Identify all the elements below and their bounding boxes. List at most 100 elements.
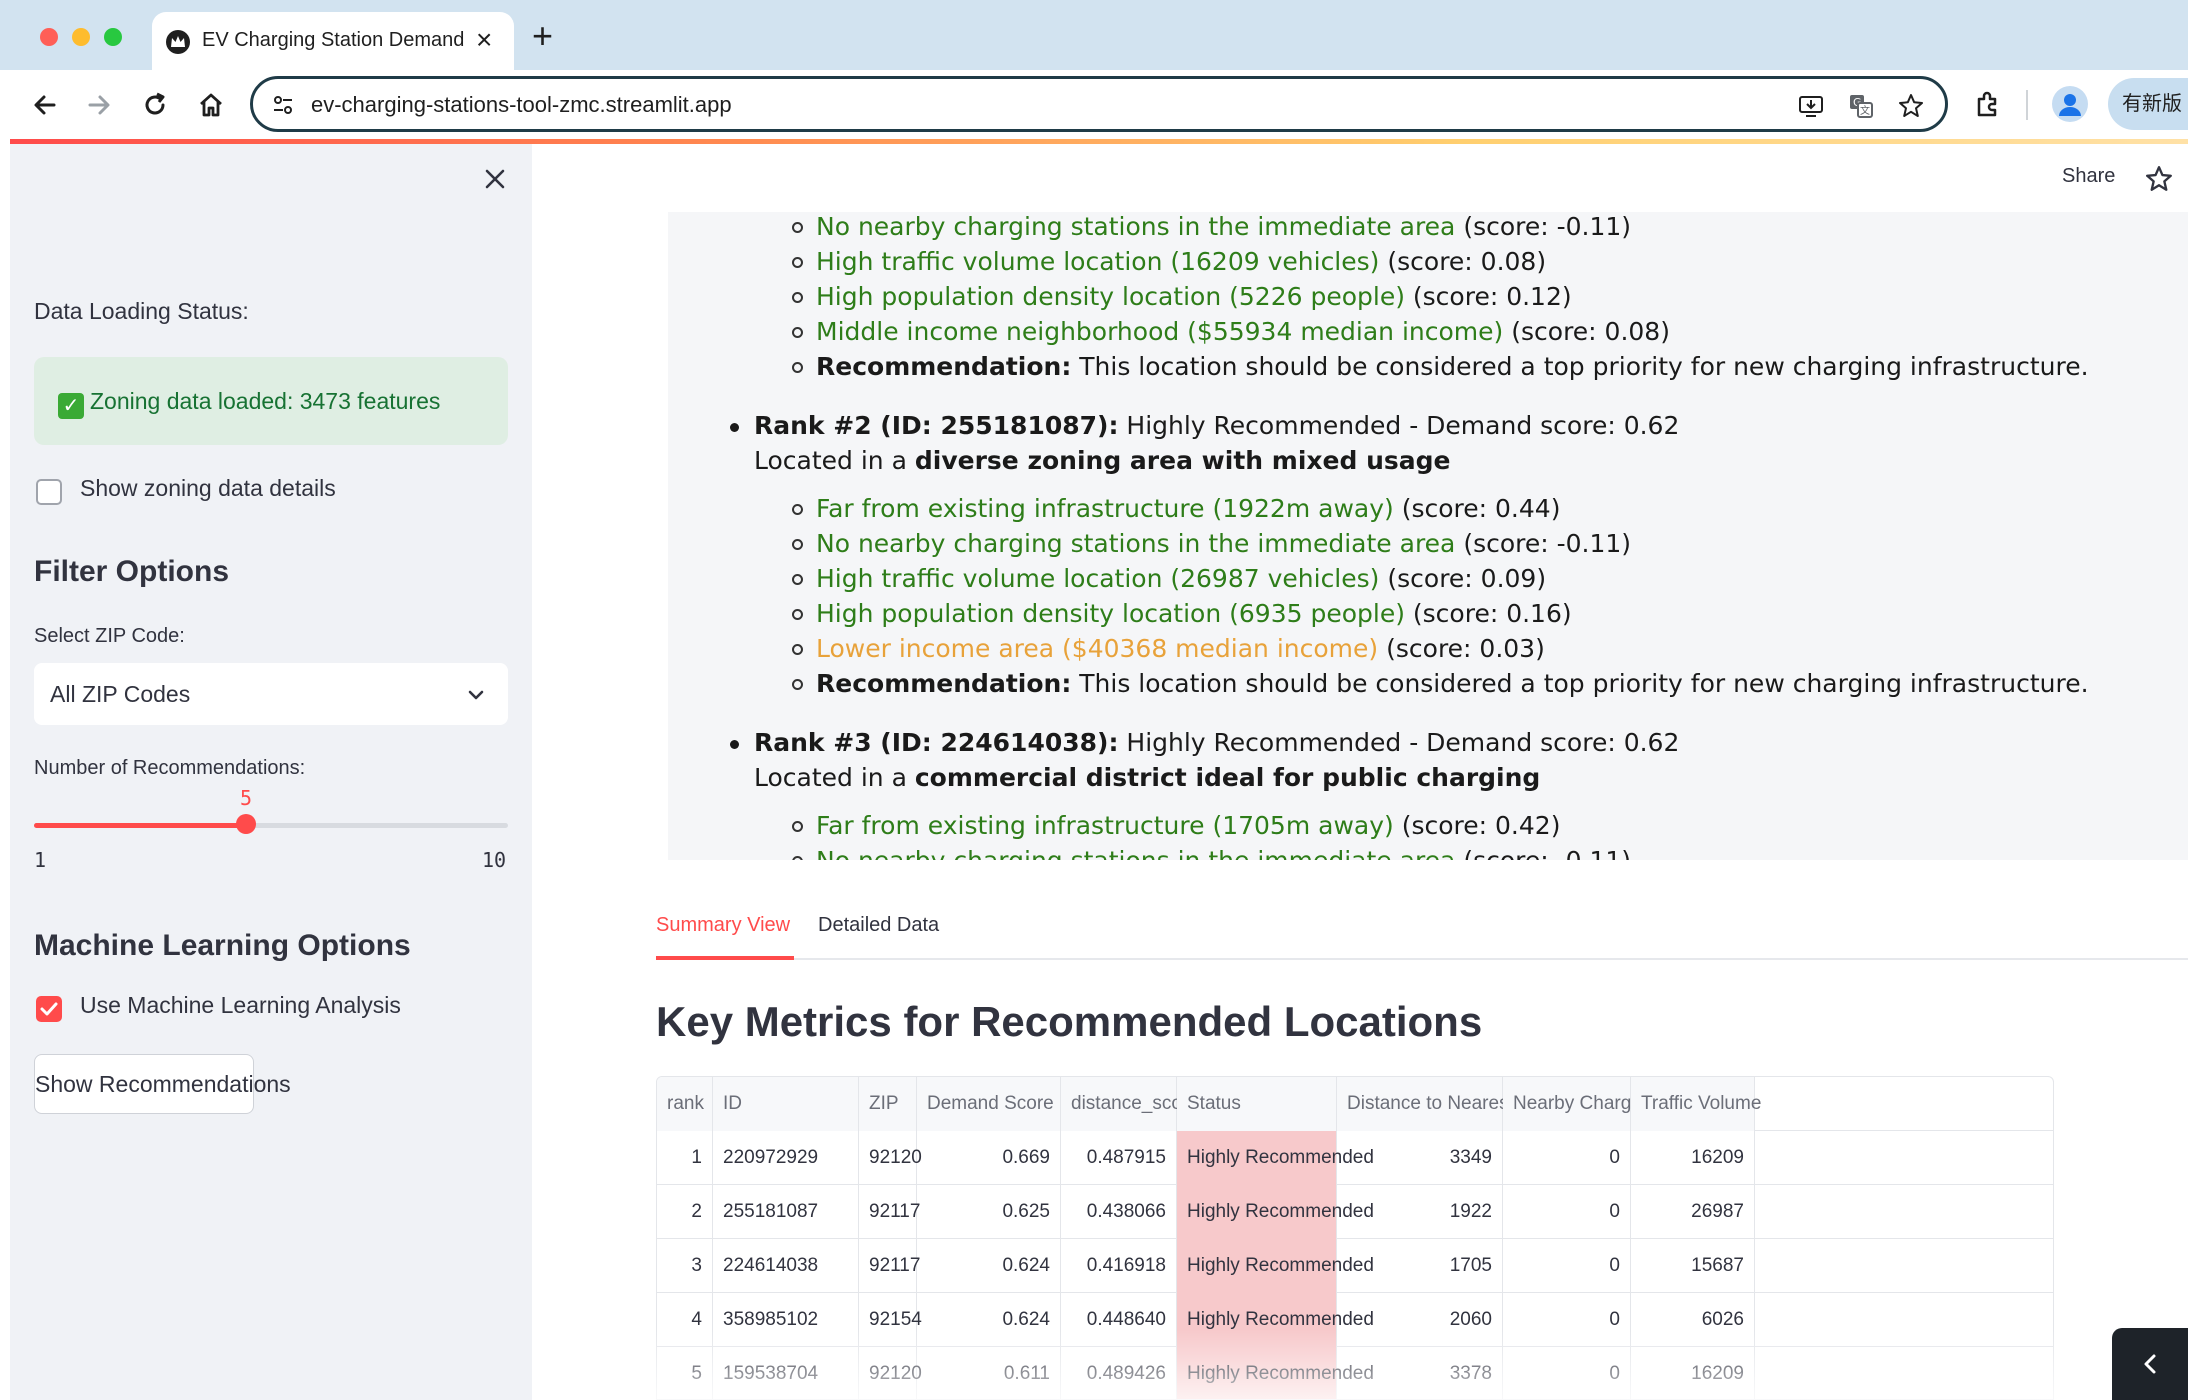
table-row[interactable]: 3 224614038 92117 0.624 0.416918 Highly Recom… bbox=[657, 1239, 2053, 1293]
cell-rank[interactable]: 2 bbox=[657, 1185, 713, 1239]
install-app-icon[interactable] bbox=[1797, 92, 1825, 120]
rank2-item-1: Far from existing infrastructure (1922m … bbox=[816, 494, 1561, 523]
rank1-item-3: High population density location (5226 p… bbox=[816, 282, 1572, 311]
table-row[interactable]: 1 220972929 92120 0.669 0.487915 Highly Recom… bbox=[657, 1131, 2053, 1185]
tab-title: EV Charging Station Demand bbox=[202, 29, 464, 51]
cell-status[interactable]: Highly Recommended bbox=[1177, 1239, 1374, 1293]
cell-distance-nearest[interactable]: 1922 bbox=[1337, 1185, 1503, 1239]
cell-traffic-volume[interactable]: 16209 bbox=[1631, 1131, 1755, 1185]
cell-status[interactable]: Highly Recommended bbox=[1177, 1131, 1374, 1185]
sub-bullet bbox=[792, 609, 803, 620]
rank2-item-2: No nearby charging stations in the immed… bbox=[816, 529, 1632, 558]
cell-id[interactable]: 224614038 bbox=[713, 1239, 859, 1293]
rank3-location: Located in a commercial district ideal f… bbox=[754, 763, 1541, 792]
cell-id[interactable]: 220972929 bbox=[713, 1131, 859, 1185]
use-ml-label[interactable]: Use Machine Learning Analysis bbox=[80, 992, 401, 1019]
column-header-traffic-volume[interactable]: Traffic Volume bbox=[1631, 1077, 1761, 1131]
share-button[interactable]: Share bbox=[2062, 165, 2115, 188]
cell-traffic-volume[interactable]: 26987 bbox=[1631, 1185, 1755, 1239]
cell-zip[interactable]: 92120 bbox=[859, 1131, 922, 1185]
cell-traffic-volume[interactable]: 15687 bbox=[1631, 1239, 1755, 1293]
tab-detailed-data[interactable]: Detailed Data bbox=[818, 914, 939, 937]
cell-rank[interactable]: 1 bbox=[657, 1131, 713, 1185]
column-header-zip[interactable]: ZIP bbox=[859, 1077, 917, 1131]
zip-select-value: All ZIP Codes bbox=[50, 681, 191, 707]
bookmark-star-icon[interactable] bbox=[1897, 92, 1925, 120]
zip-select[interactable]: All ZIP Codes bbox=[34, 663, 508, 725]
sub-bullet bbox=[792, 257, 803, 268]
cell-zip[interactable]: 92117 bbox=[859, 1239, 920, 1293]
sub-bullet bbox=[792, 574, 803, 585]
rank1-item-4: Middle income neighborhood ($55934 media… bbox=[816, 317, 1670, 346]
column-header-distance-nearest[interactable]: Distance to Nearest (m) bbox=[1337, 1077, 1548, 1131]
toolbar-divider bbox=[2026, 90, 2028, 120]
table-row[interactable]: 2 255181087 92117 0.625 0.438066 Highly Recom… bbox=[657, 1185, 2053, 1239]
rank2-recommendation: Recommendation: This location should be … bbox=[816, 669, 2089, 698]
rank1-recommendation: Recommendation: This location should be … bbox=[816, 352, 2089, 381]
site-settings-icon[interactable] bbox=[271, 93, 295, 117]
cell-nearby-chargers[interactable]: 0 bbox=[1503, 1239, 1631, 1293]
cell-demand-score[interactable]: 0.669 bbox=[917, 1131, 1061, 1185]
profile-avatar[interactable] bbox=[2052, 86, 2088, 122]
column-header-rank[interactable]: rank bbox=[657, 1077, 713, 1131]
home-icon[interactable] bbox=[194, 88, 228, 122]
column-header-status[interactable]: Status bbox=[1177, 1077, 1337, 1131]
column-header-demand-score[interactable]: Demand Score bbox=[917, 1077, 1061, 1131]
cell-nearby-chargers[interactable]: 0 bbox=[1503, 1131, 1631, 1185]
show-zoning-label[interactable]: Show zoning data details bbox=[80, 475, 336, 502]
rank3-item-1: Far from existing infrastructure (1705m … bbox=[816, 811, 1561, 840]
cell-nearby-chargers[interactable]: 0 bbox=[1503, 1185, 1631, 1239]
sub-bullet bbox=[792, 679, 803, 690]
sub-bullet bbox=[792, 539, 803, 550]
show-zoning-checkbox[interactable] bbox=[36, 479, 62, 505]
checkmark-icon bbox=[40, 1002, 58, 1016]
recommendations-slider-track[interactable] bbox=[34, 823, 508, 828]
tab-summary-view[interactable]: Summary View bbox=[656, 914, 790, 937]
cell-demand-score[interactable]: 0.624 bbox=[917, 1239, 1061, 1293]
maximize-window-button[interactable] bbox=[104, 28, 122, 46]
cell-status[interactable]: Highly Recommended bbox=[1177, 1185, 1374, 1239]
svg-text:文: 文 bbox=[1860, 104, 1870, 117]
column-header-id[interactable]: ID bbox=[713, 1077, 859, 1131]
cell-distance-score[interactable]: 0.438066 bbox=[1061, 1185, 1177, 1239]
recommendations-panel[interactable]: No nearby charging stations in the immed… bbox=[668, 212, 2188, 860]
sub-bullet bbox=[792, 821, 803, 832]
column-header-nearby-chargers[interactable]: Nearby Chargers bbox=[1503, 1077, 1658, 1131]
extensions-icon[interactable] bbox=[1970, 88, 2004, 122]
address-bar[interactable]: ev-charging-stations-tool-zmc.streamlit.… bbox=[250, 76, 1948, 132]
slider-min-label: 1 bbox=[34, 848, 47, 872]
rank1-item-1: No nearby charging stations in the immed… bbox=[816, 212, 1632, 241]
minimize-window-button[interactable] bbox=[72, 28, 90, 46]
sub-bullet bbox=[792, 644, 803, 655]
slider-thumb[interactable] bbox=[236, 814, 256, 834]
expand-panel-button[interactable] bbox=[2112, 1328, 2188, 1400]
close-window-button[interactable] bbox=[40, 28, 58, 46]
forward-icon[interactable] bbox=[82, 88, 116, 122]
cell-zip[interactable]: 92117 bbox=[859, 1185, 920, 1239]
browser-tab[interactable]: EV Charging Station Demand × bbox=[152, 12, 514, 70]
favorite-star-icon[interactable] bbox=[2144, 164, 2174, 194]
cell-id[interactable]: 255181087 bbox=[713, 1185, 859, 1239]
cell-rank[interactable]: 3 bbox=[657, 1239, 713, 1293]
cell-demand-score[interactable]: 0.625 bbox=[917, 1185, 1061, 1239]
chevron-down-icon bbox=[468, 690, 484, 700]
column-header-distance-score[interactable]: distance_score bbox=[1061, 1077, 1199, 1131]
url-text: ev-charging-stations-tool-zmc.streamlit.… bbox=[311, 92, 732, 117]
filter-options-heading: Filter Options bbox=[34, 555, 229, 588]
use-ml-checkbox[interactable] bbox=[36, 996, 62, 1022]
new-version-button[interactable]: 有新版 bbox=[2108, 78, 2188, 130]
rank1-item-2: High traffic volume location (16209 vehi… bbox=[816, 247, 1547, 276]
new-tab-icon[interactable]: + bbox=[532, 16, 553, 56]
cell-distance-nearest[interactable]: 1705 bbox=[1337, 1239, 1503, 1293]
cell-distance-score[interactable]: 0.487915 bbox=[1061, 1131, 1177, 1185]
back-icon[interactable] bbox=[28, 88, 62, 122]
reload-icon[interactable] bbox=[138, 88, 172, 122]
tab-close-icon[interactable]: × bbox=[476, 24, 492, 56]
cell-distance-score[interactable]: 0.416918 bbox=[1061, 1239, 1177, 1293]
close-sidebar-icon[interactable] bbox=[480, 164, 510, 194]
translate-icon[interactable]: G文 bbox=[1847, 92, 1875, 120]
show-recommendations-button[interactable]: Show Recommendations bbox=[34, 1054, 291, 1114]
sub-bullet bbox=[792, 856, 803, 860]
sub-bullet bbox=[792, 327, 803, 338]
cell-distance-nearest[interactable]: 3349 bbox=[1337, 1131, 1503, 1185]
